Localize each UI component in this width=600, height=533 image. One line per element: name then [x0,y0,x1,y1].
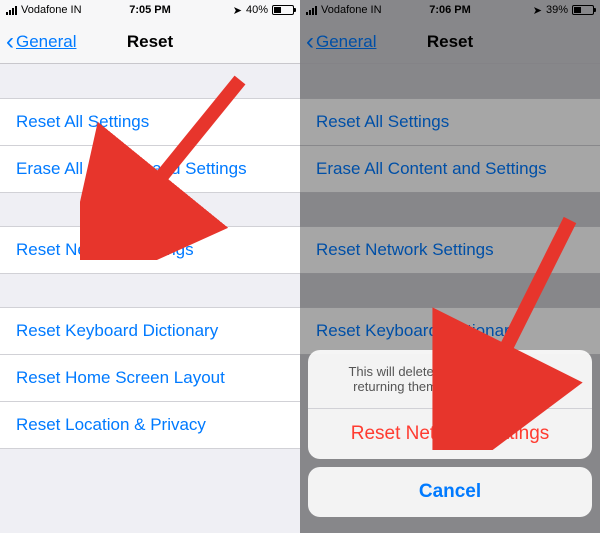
status-left: Vodafone IN [6,4,82,16]
row-reset-location-privacy[interactable]: Reset Location & Privacy [0,401,300,449]
action-sheet-main: This will delete all network settings, r… [308,350,592,459]
row-reset-all-settings[interactable]: Reset All Settings [0,98,300,146]
cancel-button[interactable]: Cancel [308,467,592,517]
status-right: ➤ 40% [233,4,294,17]
row-reset-network-settings[interactable]: Reset Network Settings [0,226,300,274]
back-button[interactable]: ‹ General [0,30,76,54]
signal-icon [6,6,17,15]
back-label: General [16,32,76,52]
battery-fill [274,7,281,13]
carrier-label: Vodafone IN [21,4,82,16]
location-icon: ➤ [233,4,242,17]
action-sheet: This will delete all network settings, r… [308,350,592,525]
confirm-reset-network-button[interactable]: Reset Network Settings [308,409,592,459]
row-erase-all-content[interactable]: Erase All Content and Settings [0,145,300,193]
status-bar: Vodafone IN 7:05 PM ➤ 40% [0,0,300,20]
row-reset-keyboard-dictionary[interactable]: Reset Keyboard Dictionary [0,307,300,355]
battery-pct: 40% [246,4,268,16]
row-reset-home-screen[interactable]: Reset Home Screen Layout [0,354,300,402]
group-other-resets: Reset Keyboard Dictionary Reset Home Scr… [0,307,300,449]
navbar: ‹ General Reset [0,20,300,64]
phone-left: Vodafone IN 7:05 PM ➤ 40% ‹ General Rese… [0,0,300,533]
group-network: Reset Network Settings [0,226,300,274]
action-sheet-message: This will delete all network settings, r… [308,350,592,409]
chevron-left-icon: ‹ [6,30,14,54]
group-general-reset: Reset All Settings Erase All Content and… [0,98,300,193]
phone-right: Vodafone IN 7:06 PM ➤ 39% ‹ General Rese… [300,0,600,533]
action-sheet-cancel-group: Cancel [308,467,592,517]
battery-icon [272,5,294,15]
screenshot-pair: Vodafone IN 7:05 PM ➤ 40% ‹ General Rese… [0,0,600,533]
